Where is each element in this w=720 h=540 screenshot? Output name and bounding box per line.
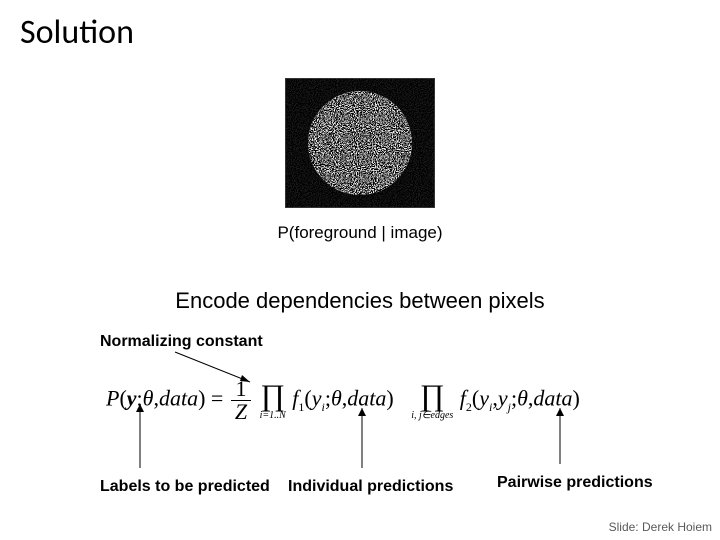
eq-product-2: ∏i, j∈edges: [411, 381, 453, 421]
figure-caption: P(foreground | image): [0, 223, 720, 243]
subtitle: Encode dependencies between pixels: [0, 288, 720, 314]
eq-P: P: [106, 386, 119, 411]
slide-title: Solution: [20, 12, 134, 53]
slide: Solution P(foreground | image) Encode de…: [0, 0, 720, 540]
figure: [0, 78, 720, 213]
slide-credit: Slide: Derek Hoiem: [609, 520, 712, 534]
pairwise-predictions-label: Pairwise predictions: [497, 474, 653, 492]
labels-predicted-label: Labels to be predicted: [100, 478, 270, 496]
eq-fraction: 1Z: [231, 378, 251, 423]
normalizing-constant-label: Normalizing constant: [100, 333, 263, 351]
eq-product-1: ∏i=1..N: [260, 381, 286, 421]
eq-y: y: [127, 386, 137, 411]
eq-theta: θ: [143, 386, 154, 411]
equation: P(y;θ,data) = 1Z ∏i=1..N f1(yi;θ,data) ∏…: [106, 378, 580, 423]
noisy-circle-image: [285, 78, 435, 208]
individual-predictions-label: Individual predictions: [288, 478, 453, 496]
eq-data: data: [159, 386, 198, 411]
